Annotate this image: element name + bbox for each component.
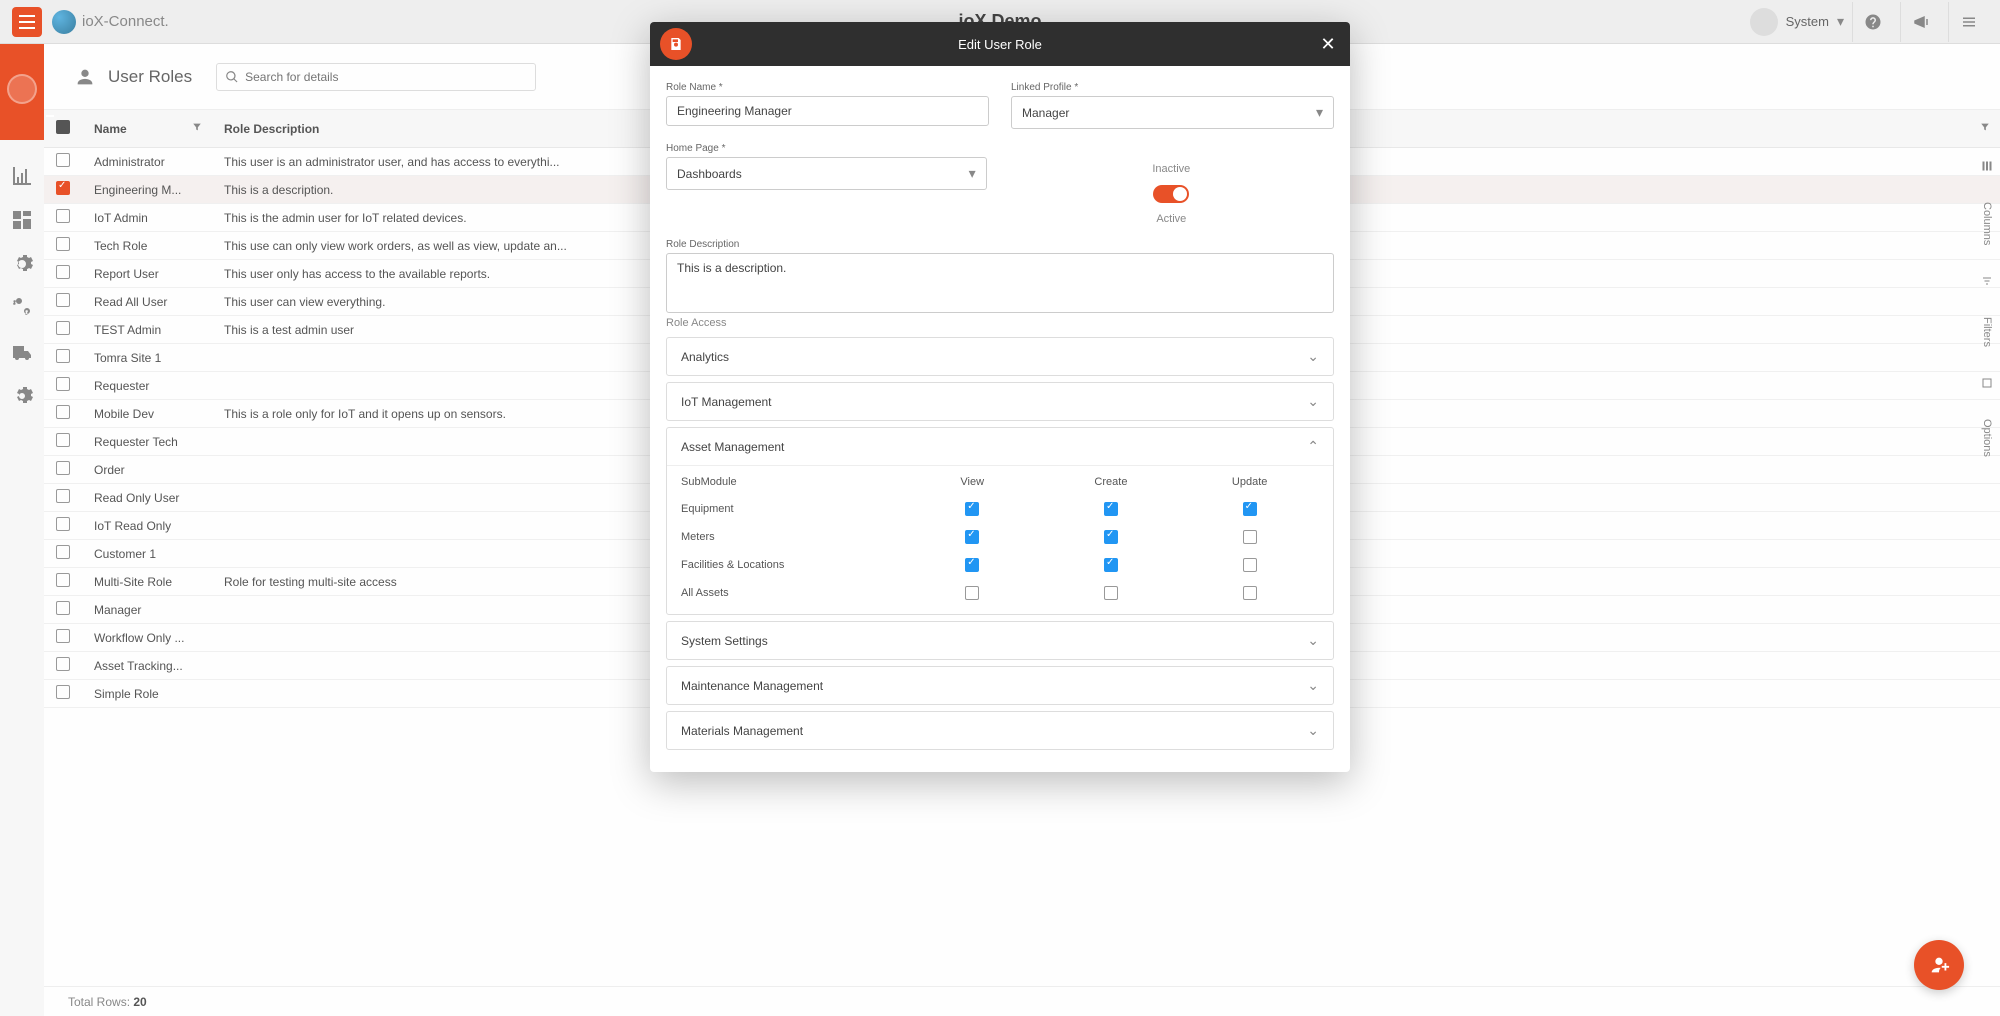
perm-header-submodule: SubModule <box>681 476 903 488</box>
materials-section-label: Materials Management <box>681 724 803 738</box>
perm-update-checkbox[interactable] <box>1243 530 1257 544</box>
perm-view-checkbox[interactable] <box>965 502 979 516</box>
chevron-down-icon: ▾ <box>969 165 976 182</box>
role-name-input[interactable] <box>666 96 989 126</box>
accordion-system[interactable]: System Settings ⌄ <box>666 621 1334 660</box>
iot-section-label: IoT Management <box>681 395 772 409</box>
perm-create-checkbox[interactable] <box>1104 530 1118 544</box>
perm-row-label: All Assets <box>681 587 903 599</box>
perm-view-checkbox[interactable] <box>965 558 979 572</box>
role-name-label: Role Name * <box>666 82 989 93</box>
close-button[interactable]: ✕ <box>1318 34 1338 54</box>
chevron-down-icon: ⌄ <box>1307 632 1319 649</box>
home-page-select[interactable]: Dashboards ▾ <box>666 157 987 190</box>
accordion-materials[interactable]: Materials Management ⌄ <box>666 711 1334 750</box>
chevron-down-icon: ⌄ <box>1307 348 1319 365</box>
perm-create-checkbox[interactable] <box>1104 558 1118 572</box>
perm-row-label: Equipment <box>681 503 903 515</box>
close-icon: ✕ <box>1320 34 1335 55</box>
save-button[interactable] <box>660 28 692 60</box>
accordion-maint[interactable]: Maintenance Management ⌄ <box>666 666 1334 705</box>
accordion-analytics[interactable]: Analytics ⌄ <box>666 337 1334 376</box>
accordion-asset: Asset Management ⌃ SubModuleViewCreateUpd… <box>666 427 1334 615</box>
perm-view-checkbox[interactable] <box>965 586 979 600</box>
perm-update-checkbox[interactable] <box>1243 586 1257 600</box>
perm-header-view: View <box>903 476 1042 488</box>
perm-row-label: Facilities & Locations <box>681 559 903 571</box>
modal-header: Edit User Role ✕ <box>650 22 1350 66</box>
role-desc-label: Role Description <box>666 239 1334 250</box>
linked-profile-select[interactable]: Manager ▾ <box>1011 96 1334 129</box>
active-toggle[interactable] <box>1153 185 1189 203</box>
perm-create-checkbox[interactable] <box>1104 586 1118 600</box>
perm-update-checkbox[interactable] <box>1243 502 1257 516</box>
maint-section-label: Maintenance Management <box>681 679 823 693</box>
perm-header-update: Update <box>1180 476 1319 488</box>
modal-overlay: Edit User Role ✕ Role Name * Linked Prof… <box>0 0 2000 1016</box>
asset-section-label: Asset Management <box>681 440 784 454</box>
modal-title: Edit User Role <box>958 37 1042 52</box>
perm-row-label: Meters <box>681 531 903 543</box>
chevron-down-icon: ▾ <box>1316 104 1323 121</box>
chevron-up-icon: ⌃ <box>1307 438 1319 455</box>
perm-create-checkbox[interactable] <box>1104 502 1118 516</box>
analytics-section-label: Analytics <box>681 350 729 364</box>
perm-header-create: Create <box>1042 476 1181 488</box>
accordion-iot[interactable]: IoT Management ⌄ <box>666 382 1334 421</box>
edit-role-modal: Edit User Role ✕ Role Name * Linked Prof… <box>650 22 1350 772</box>
inactive-label: Inactive <box>1152 163 1190 175</box>
role-access-label: Role Access <box>666 317 1334 329</box>
chevron-down-icon: ⌄ <box>1307 677 1319 694</box>
system-section-label: System Settings <box>681 634 768 648</box>
perm-update-checkbox[interactable] <box>1243 558 1257 572</box>
chevron-down-icon: ⌄ <box>1307 722 1319 739</box>
asset-section-header[interactable]: Asset Management ⌃ <box>667 428 1333 465</box>
home-page-value: Dashboards <box>677 167 742 181</box>
perm-view-checkbox[interactable] <box>965 530 979 544</box>
linked-profile-value: Manager <box>1022 106 1069 120</box>
linked-profile-label: Linked Profile * <box>1011 82 1334 93</box>
role-desc-textarea[interactable] <box>666 253 1334 313</box>
active-label: Active <box>1156 213 1186 225</box>
save-icon <box>668 36 684 52</box>
home-page-label: Home Page * <box>666 143 987 154</box>
chevron-down-icon: ⌄ <box>1307 393 1319 410</box>
